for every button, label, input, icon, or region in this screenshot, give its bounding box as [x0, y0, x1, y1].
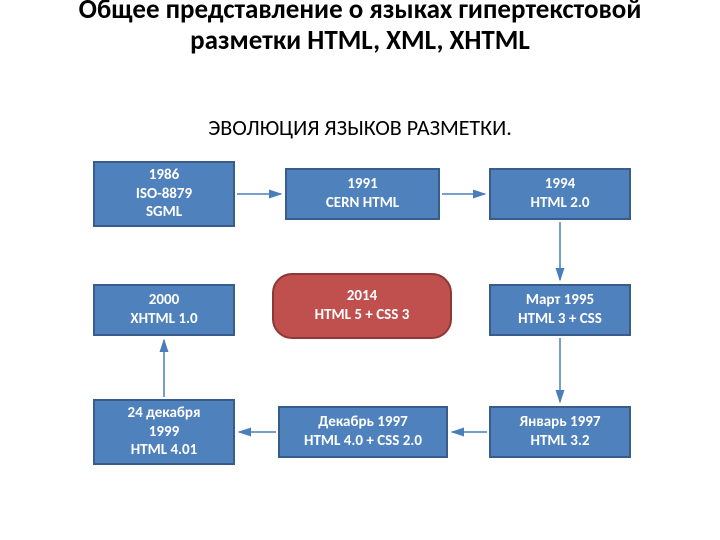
node-line: HTML 3.2	[531, 432, 590, 451]
node-xhtml10: 2000 XHTML 1.0	[93, 284, 235, 336]
slide: Общее представление о языках гипертексто…	[0, 0, 720, 540]
node-line: SGML	[146, 203, 182, 222]
node-line: Март 1995	[526, 291, 594, 310]
node-line: HTML 4.01	[131, 441, 198, 460]
node-line: XHTML 1.0	[130, 310, 197, 329]
node-line: CERN HTML	[326, 194, 399, 213]
node-html3css: Март 1995 HTML 3 + CSS	[489, 284, 631, 336]
node-html401: 24 декабря 1999 HTML 4.01	[93, 399, 235, 465]
slide-title: Общее представление о языках гипертексто…	[0, 0, 720, 56]
node-line: 2000	[149, 291, 179, 310]
node-html5: 2014 HTML 5 + CSS 3	[272, 273, 452, 339]
node-html20: 1994 HTML 2.0	[489, 168, 631, 220]
node-html40: Декабрь 1997 HTML 4.0 + CSS 2.0	[278, 406, 448, 458]
node-line: Январь 1997	[520, 413, 601, 432]
node-line: HTML 4.0 + CSS 2.0	[304, 432, 422, 451]
node-line: Декабрь 1997	[318, 413, 407, 432]
node-line: 1986	[149, 166, 179, 185]
node-line: 2014	[347, 287, 377, 306]
node-line: 1994	[545, 175, 575, 194]
node-html32: Январь 1997 HTML 3.2	[489, 406, 631, 458]
node-cern-html: 1991 CERN HTML	[285, 168, 440, 220]
node-line: HTML 5 + CSS 3	[315, 306, 410, 325]
node-line: 24 декабря	[128, 404, 201, 423]
node-line: 1999	[149, 423, 179, 442]
node-line: HTML 2.0	[531, 194, 590, 213]
node-line: 1991	[347, 175, 377, 194]
node-sgml: 1986 ISO-8879 SGML	[93, 161, 235, 227]
node-line: HTML 3 + CSS	[518, 310, 602, 329]
slide-subtitle: ЭВОЛЮЦИЯ ЯЗЫКОВ РАЗМЕТКИ.	[0, 114, 720, 141]
node-line: ISO-8879	[136, 185, 192, 204]
